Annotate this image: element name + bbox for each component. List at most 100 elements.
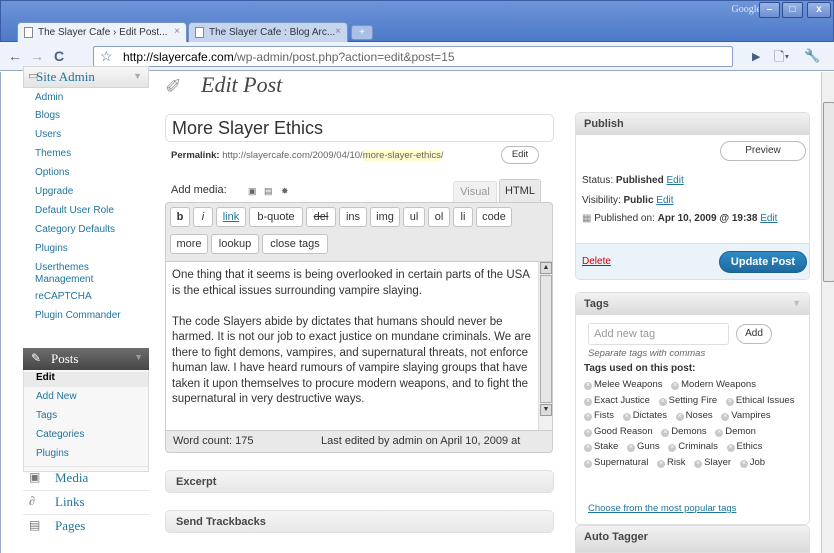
collapse-arrow-icon[interactable]: ▼ <box>133 71 142 81</box>
minimize-button[interactable]: – <box>759 2 780 18</box>
remove-tag-icon[interactable]: × <box>584 397 592 406</box>
forward-arrow-icon[interactable]: → <box>30 48 44 64</box>
submenu-categories[interactable]: Categories <box>36 429 84 440</box>
close-tab-icon[interactable]: × <box>174 26 180 37</box>
quicktag-blockquote[interactable]: b-quote <box>249 207 303 227</box>
remove-tag-icon[interactable]: × <box>721 413 730 422</box>
menu-item-plugins[interactable]: Plugins <box>35 243 68 254</box>
remove-tag-icon[interactable]: × <box>584 413 592 422</box>
remove-tag-icon[interactable]: × <box>694 459 703 468</box>
edit-date-link[interactable]: Edit <box>760 213 777 224</box>
quicktag-del[interactable]: del <box>306 207 336 227</box>
submenu-edit[interactable]: Edit <box>24 372 148 387</box>
menu-item-recaptcha[interactable]: reCAPTCHA <box>35 291 92 302</box>
remove-tag-icon[interactable]: × <box>657 459 666 468</box>
site-admin-menu-header[interactable]: ▭ Site Admin ▼ <box>23 66 149 88</box>
browser-tab-edit-post[interactable]: The Slayer Cafe › Edit Post... × <box>17 22 187 43</box>
scroll-down-icon[interactable]: ▼ <box>540 404 552 416</box>
submenu-plugins[interactable]: Plugins <box>36 448 69 459</box>
edit-permalink-button[interactable]: Edit <box>501 146 539 164</box>
remove-tag-icon[interactable]: × <box>661 428 670 437</box>
textarea-scrollbar[interactable]: ▲ ▼ <box>538 262 552 430</box>
media-menu[interactable]: ▣ Media <box>23 466 149 488</box>
page-menu-icon[interactable]: 🗋▾ <box>774 48 789 70</box>
update-post-button[interactable]: Update Post <box>719 251 807 273</box>
address-bar[interactable]: ☆ http://slayercafe.com/wp-admin/post.ph… <box>93 46 733 67</box>
add-tag-button[interactable]: Add <box>736 324 772 344</box>
posts-menu-header[interactable]: ✎ Posts ▼ <box>23 348 149 370</box>
add-media-icon[interactable]: ✸ <box>281 186 289 197</box>
edit-visibility-link[interactable]: Edit <box>656 195 673 206</box>
add-image-icon[interactable]: ▣ <box>248 186 257 197</box>
publish-box-title[interactable]: Publish <box>576 113 809 135</box>
remove-tag-icon[interactable]: × <box>675 413 684 422</box>
edit-status-link[interactable]: Edit <box>667 175 684 186</box>
page-scrollbar[interactable] <box>821 72 834 553</box>
permalink-slug[interactable]: more-slayer-ethics <box>362 150 441 161</box>
menu-item-management[interactable]: Management <box>35 274 93 285</box>
menu-item-category-defaults[interactable]: Category Defaults <box>35 224 115 235</box>
quicktag-link[interactable]: link <box>216 207 246 227</box>
menu-item-userthemes[interactable]: Userthemes <box>35 262 89 273</box>
quicktag-img[interactable]: img <box>370 207 400 227</box>
remove-tag-icon[interactable]: × <box>668 444 677 453</box>
submenu-add-new[interactable]: Add New <box>36 391 77 402</box>
remove-tag-icon[interactable]: × <box>584 444 592 453</box>
links-menu[interactable]: ∂ Links <box>23 490 149 512</box>
post-title-input[interactable]: More Slayer Ethics <box>165 114 554 142</box>
new-tab-button[interactable]: + <box>351 25 373 40</box>
auto-tagger-box-header[interactable]: Auto Tagger <box>575 525 810 553</box>
menu-item-users[interactable]: Users <box>35 129 61 140</box>
new-tag-input[interactable]: Add new tag <box>588 323 729 345</box>
page-scroll-thumb[interactable] <box>823 102 834 282</box>
quicktag-li[interactable]: li <box>453 207 473 227</box>
quicktag-code[interactable]: code <box>476 207 512 227</box>
browser-tab-blog-archive[interactable]: The Slayer Cafe : Blog Arc... × <box>188 22 348 43</box>
quicktag-italic[interactable]: i <box>193 207 213 227</box>
remove-tag-icon[interactable]: × <box>584 459 592 468</box>
submenu-tags[interactable]: Tags <box>36 410 57 421</box>
menu-item-default-user-role[interactable]: Default User Role <box>35 205 114 216</box>
tab-visual[interactable]: Visual <box>453 181 497 203</box>
quicktag-ul[interactable]: ul <box>403 207 425 227</box>
quicktag-ins[interactable]: ins <box>339 207 367 227</box>
scroll-up-icon[interactable]: ▲ <box>540 262 552 274</box>
quicktag-more[interactable]: more <box>170 234 208 254</box>
play-icon[interactable]: ▶ <box>752 50 760 63</box>
add-video-icon[interactable]: ▤ <box>264 186 273 197</box>
remove-tag-icon[interactable]: × <box>725 397 734 406</box>
scroll-thumb[interactable] <box>540 275 552 403</box>
quicktag-ol[interactable]: ol <box>428 207 450 227</box>
menu-item-upgrade[interactable]: Upgrade <box>35 186 73 197</box>
remove-tag-icon[interactable]: × <box>739 459 748 468</box>
quicktag-bold[interactable]: b <box>170 207 190 227</box>
quicktag-close-tags[interactable]: close tags <box>262 234 328 254</box>
excerpt-box-header[interactable]: Excerpt <box>165 470 554 493</box>
menu-item-blogs[interactable]: Blogs <box>35 110 60 121</box>
remove-tag-icon[interactable]: × <box>658 397 667 406</box>
remove-tag-icon[interactable]: × <box>584 382 592 390</box>
remove-tag-icon[interactable]: × <box>584 428 592 437</box>
remove-tag-icon[interactable]: × <box>715 428 724 437</box>
collapse-arrow-icon[interactable]: ▼ <box>792 298 801 308</box>
close-tab-icon[interactable]: × <box>335 26 341 37</box>
remove-tag-icon[interactable]: × <box>626 444 635 453</box>
remove-tag-icon[interactable]: × <box>726 444 735 453</box>
menu-item-plugin-commander[interactable]: Plugin Commander <box>35 310 121 321</box>
menu-item-options[interactable]: Options <box>35 167 69 178</box>
close-window-button[interactable]: x <box>807 2 831 18</box>
tags-box-title[interactable]: Tags <box>576 293 809 315</box>
bookmark-star-icon[interactable]: ☆ <box>100 48 113 65</box>
trackbacks-box-header[interactable]: Send Trackbacks <box>165 510 554 533</box>
preview-button[interactable]: Preview <box>720 141 806 161</box>
menu-item-themes[interactable]: Themes <box>35 148 71 159</box>
popular-tags-link[interactable]: Choose from the most popular tags <box>588 503 736 514</box>
remove-tag-icon[interactable]: × <box>622 413 631 422</box>
delete-link[interactable]: Delete <box>582 256 611 267</box>
remove-tag-icon[interactable]: × <box>671 382 680 390</box>
maximize-button[interactable]: □ <box>782 2 803 18</box>
pages-menu[interactable]: ▤ Pages <box>23 514 149 536</box>
post-content-textarea[interactable]: One thing that it seems is being overloo… <box>165 261 553 431</box>
wrench-icon[interactable]: 🔧 <box>804 48 820 64</box>
reload-icon[interactable]: C <box>54 48 64 64</box>
